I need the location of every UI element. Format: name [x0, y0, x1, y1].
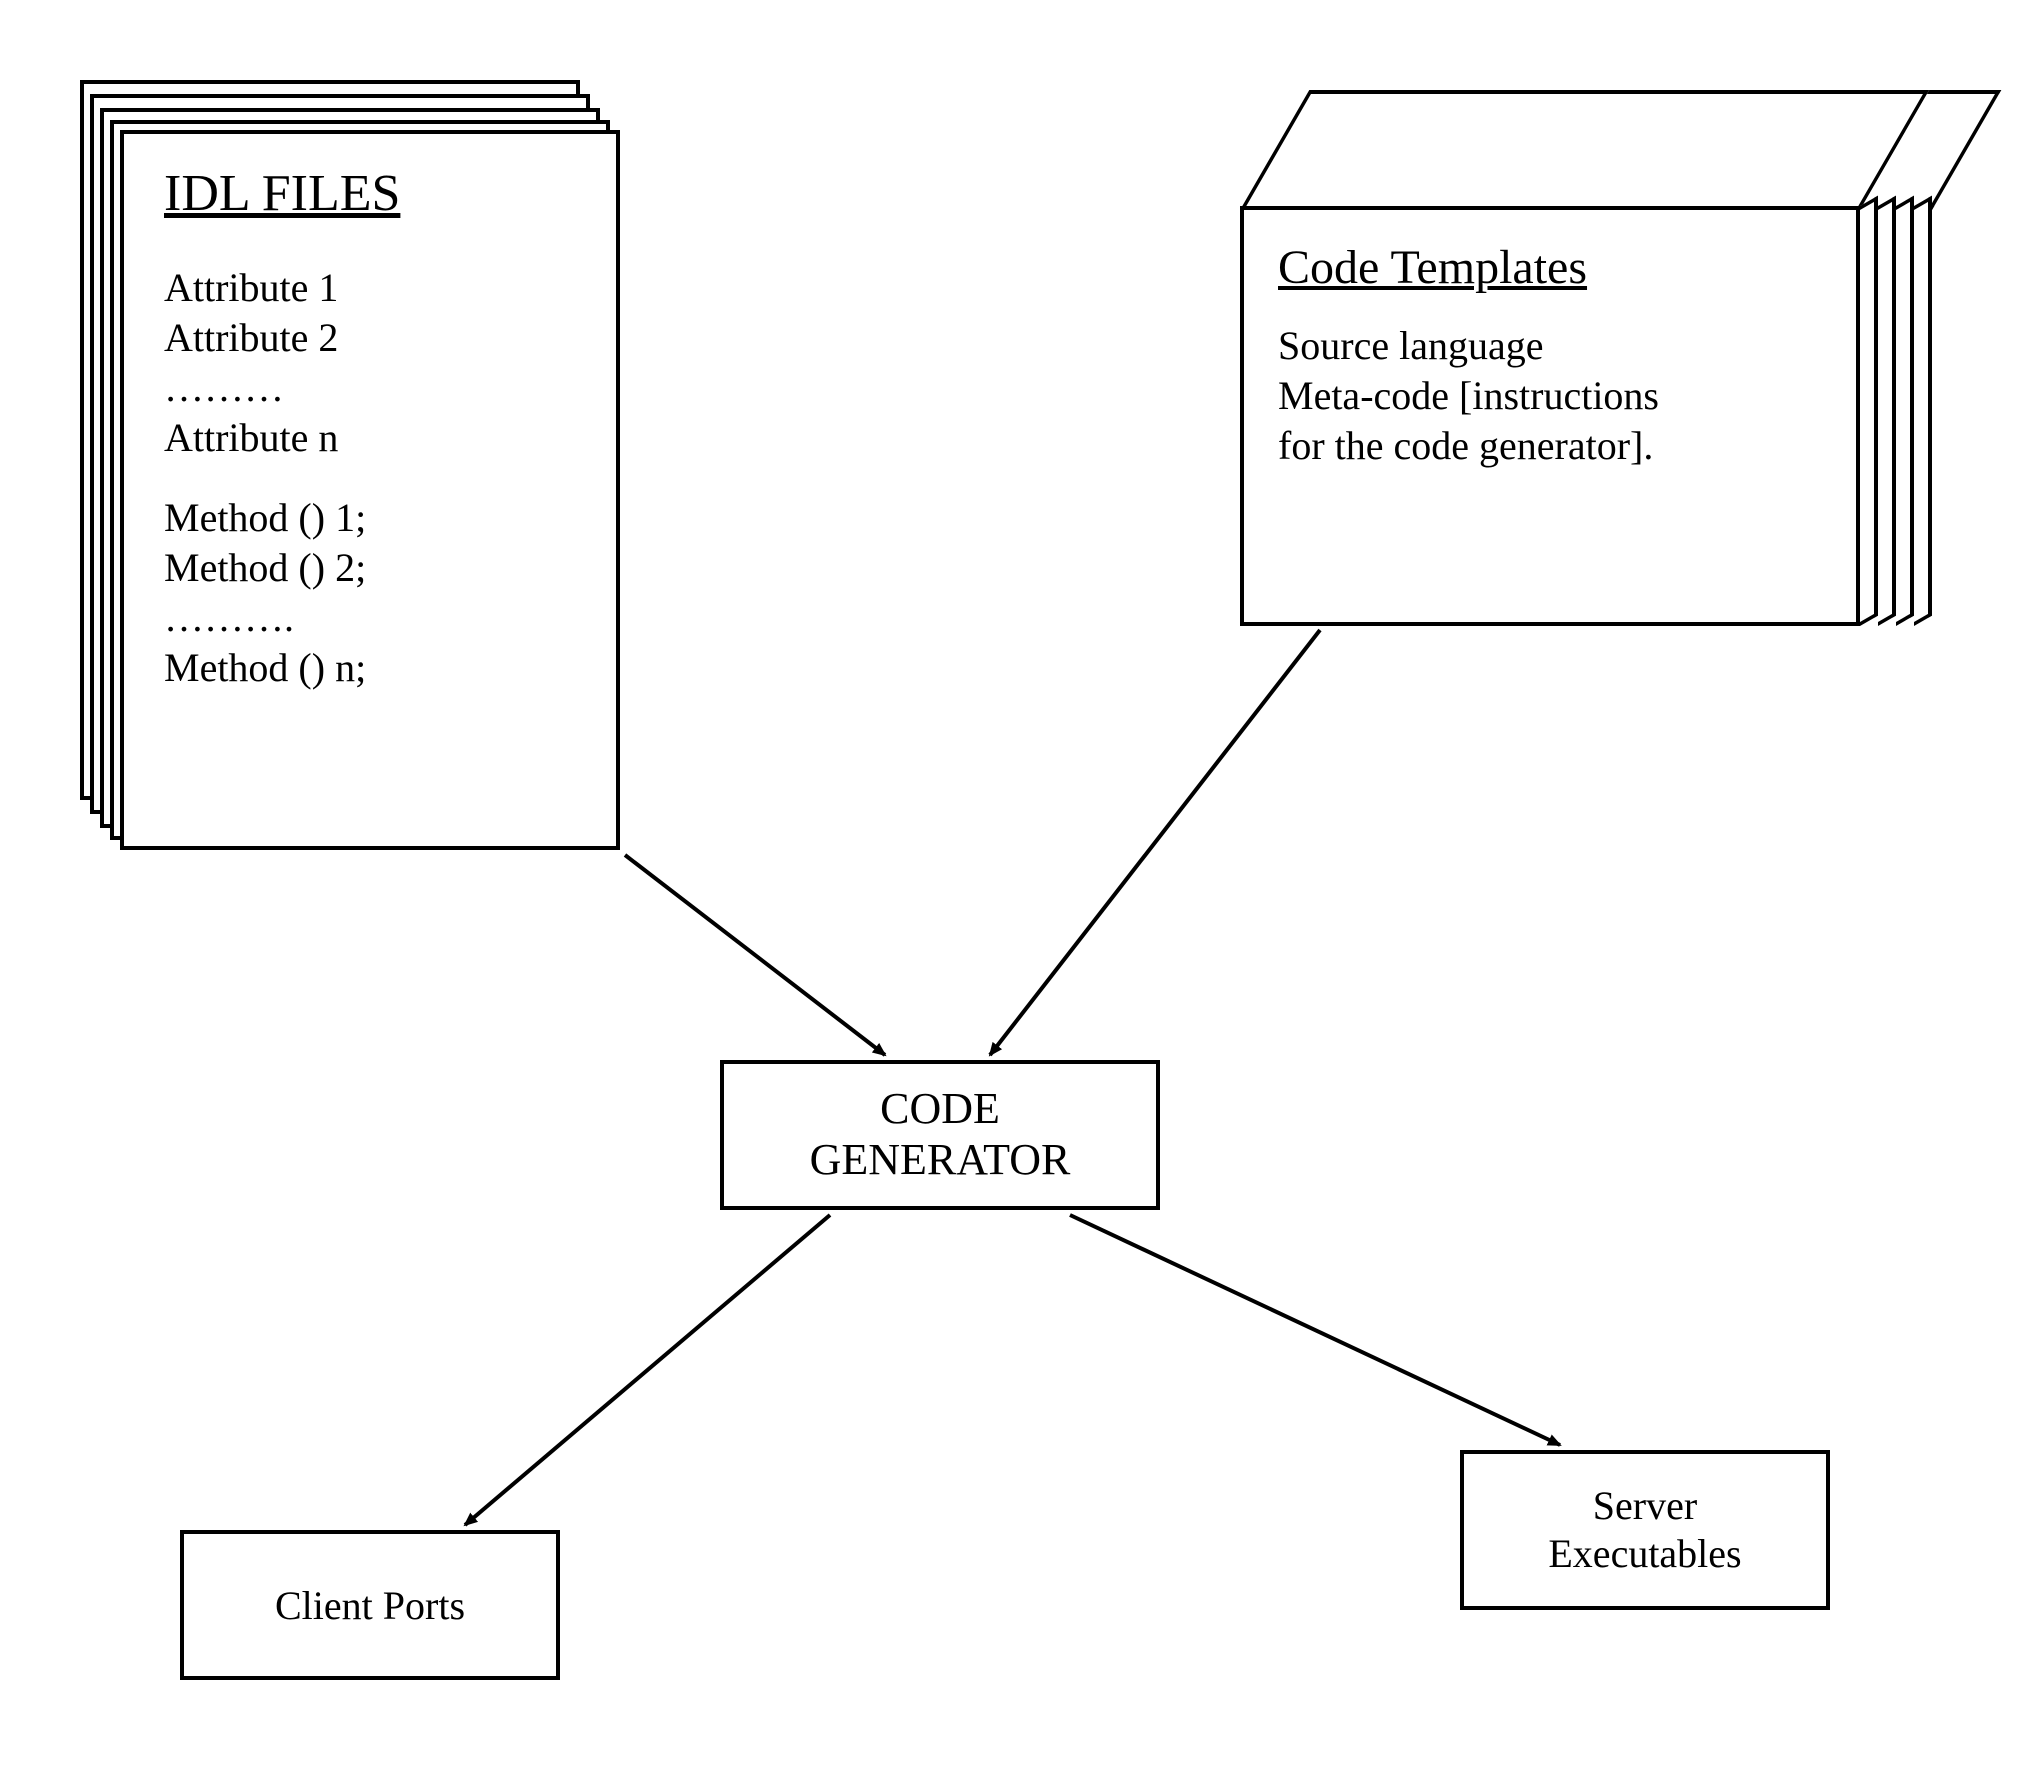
code-generator-line2: GENERATOR — [810, 1135, 1071, 1186]
server-line1: Server — [1593, 1482, 1697, 1530]
idl-front-page: IDL FILES Attribute 1 Attribute 2 ……… At… — [120, 130, 620, 850]
arrow-idl-to-generator — [625, 855, 885, 1055]
arrow-generator-to-client — [465, 1215, 830, 1525]
code-templates-line: for the code generator]. — [1278, 421, 1822, 471]
idl-line: Attribute 1 — [164, 263, 576, 313]
code-templates-title: Code Templates — [1278, 240, 1822, 295]
ct-edge-page — [1860, 196, 1878, 626]
idl-line: ……… — [164, 363, 576, 413]
arrow-generator-to-server — [1070, 1215, 1560, 1445]
client-ports-label: Client Ports — [275, 1582, 465, 1629]
idl-line: Method () 1; — [164, 493, 576, 543]
idl-title: IDL FILES — [164, 164, 576, 223]
code-templates-line: Source language — [1278, 321, 1822, 371]
idl-line: Method () 2; — [164, 543, 576, 593]
server-executables-box: Server Executables — [1460, 1450, 1830, 1610]
code-generator-box: CODE GENERATOR — [720, 1060, 1160, 1210]
idl-line: Attribute n — [164, 413, 576, 463]
ct-edge-page — [1896, 196, 1914, 626]
server-line2: Executables — [1548, 1530, 1741, 1578]
ct-front-face: Code Templates Source language Meta-code… — [1240, 206, 1860, 626]
idl-line: Method () n; — [164, 643, 576, 693]
client-ports-box: Client Ports — [180, 1530, 560, 1680]
idl-line: ………. — [164, 593, 576, 643]
code-generator-line1: CODE — [880, 1084, 1000, 1135]
ct-edge-page — [1878, 196, 1896, 626]
code-templates-line: Meta-code [instructions — [1278, 371, 1822, 421]
ct-top-face — [1240, 90, 1929, 210]
ct-edge-page — [1914, 196, 1932, 626]
idl-line: Attribute 2 — [164, 313, 576, 363]
idl-gap — [164, 463, 576, 493]
diagram-canvas: IDL FILES Attribute 1 Attribute 2 ……… At… — [0, 0, 2019, 1775]
arrow-templates-to-generator — [990, 630, 1320, 1055]
